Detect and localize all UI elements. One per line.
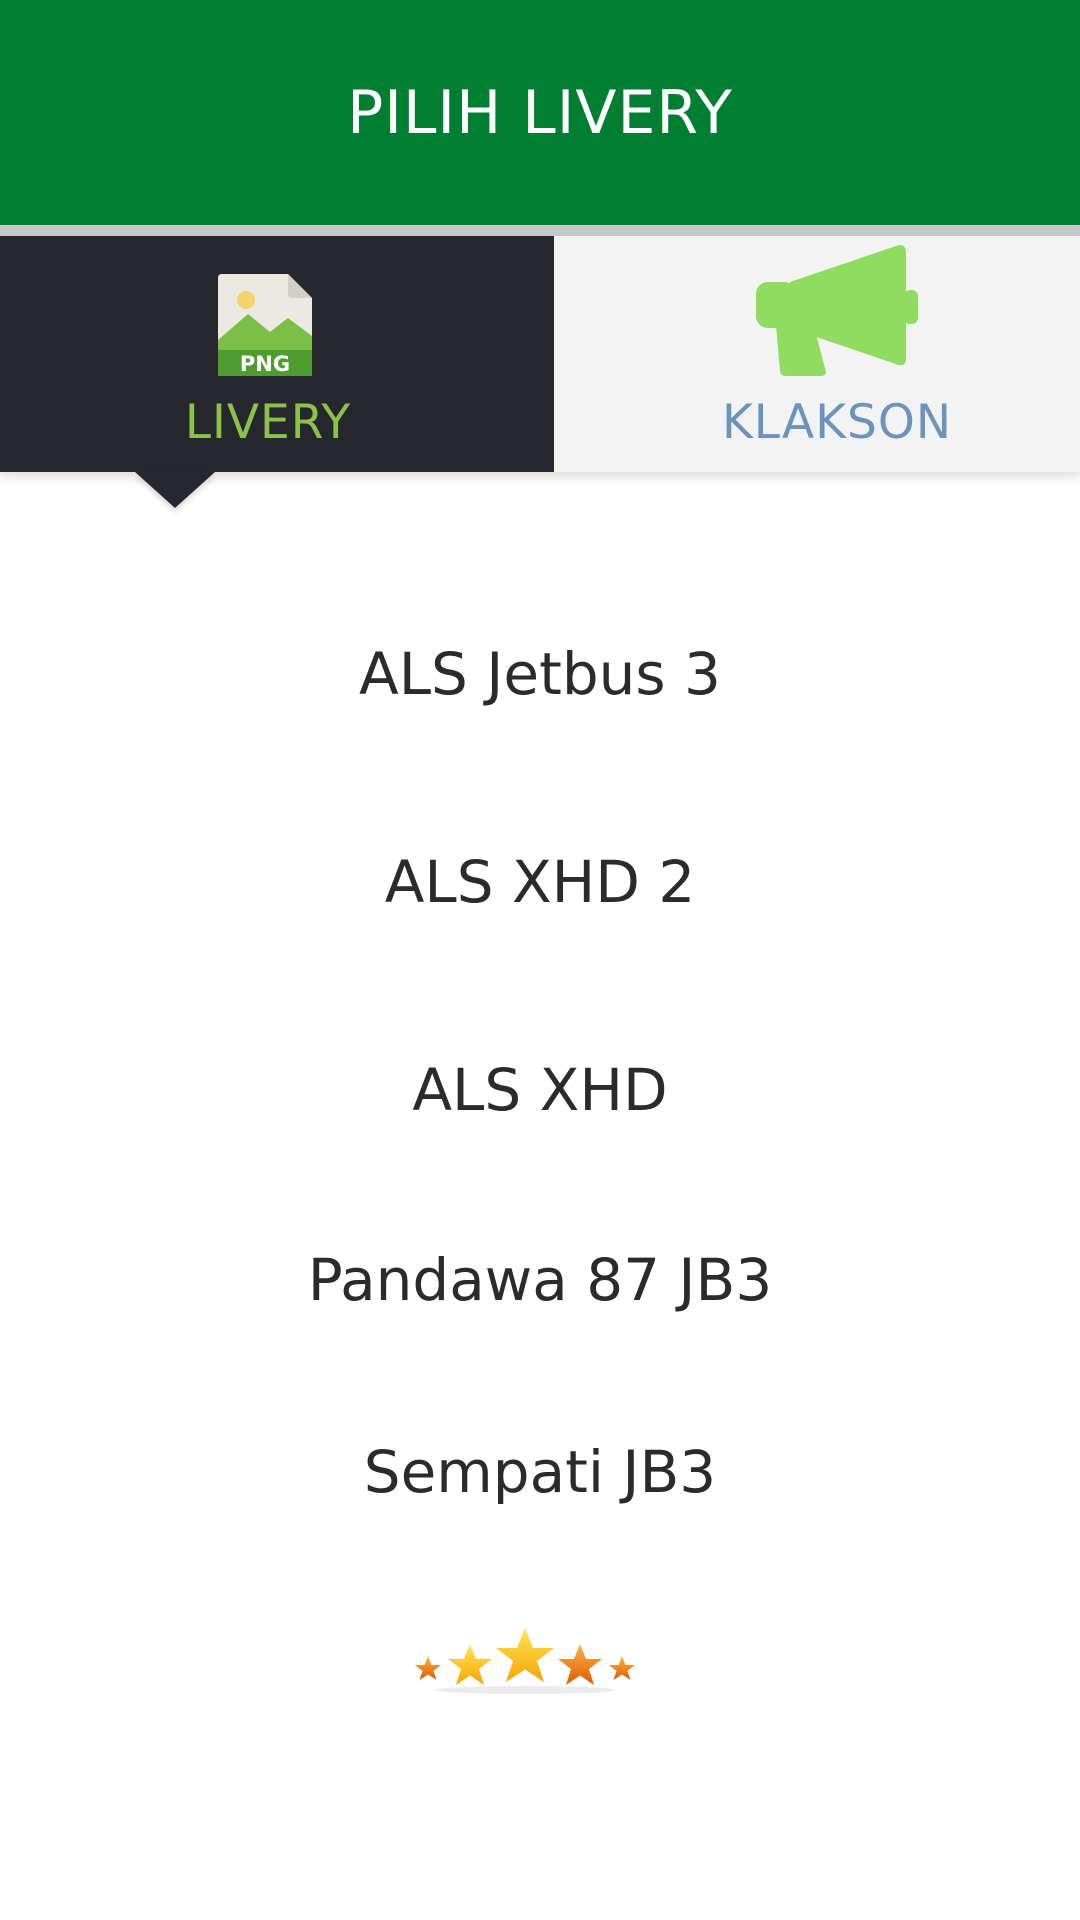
page-title: PILIH LIVERY (347, 77, 733, 148)
header-divider (0, 225, 1080, 236)
tab-klakson[interactable]: KLAKSON (554, 236, 1080, 472)
tab-livery[interactable]: PNG LIVERY (0, 236, 554, 472)
png-image-file-icon: PNG (218, 274, 312, 376)
tab-livery-label: LIVERY (184, 395, 352, 450)
megaphone-icon (756, 245, 918, 376)
star-icon (609, 1656, 635, 1680)
list-item[interactable]: ALS Jetbus 3 (0, 640, 1080, 708)
tab-klakson-label: KLAKSON (721, 395, 953, 450)
star-icon (496, 1628, 554, 1682)
five-stars-icon[interactable] (410, 1626, 640, 1696)
selected-tab-indicator (135, 472, 215, 508)
list-item[interactable]: Pandawa 87 JB3 (0, 1246, 1080, 1314)
png-icon-label: PNG (240, 352, 290, 376)
star-icon (448, 1644, 492, 1685)
tab-bar: PNG LIVERY KLAKSON (0, 236, 1080, 472)
list-item[interactable]: Sempati JB3 (0, 1438, 1080, 1506)
list-item[interactable]: ALS XHD (0, 1056, 1080, 1124)
star-icon (415, 1656, 441, 1680)
star-icon (558, 1644, 602, 1685)
app-bar: PILIH LIVERY (0, 0, 1080, 225)
list-item[interactable]: ALS XHD 2 (0, 848, 1080, 916)
